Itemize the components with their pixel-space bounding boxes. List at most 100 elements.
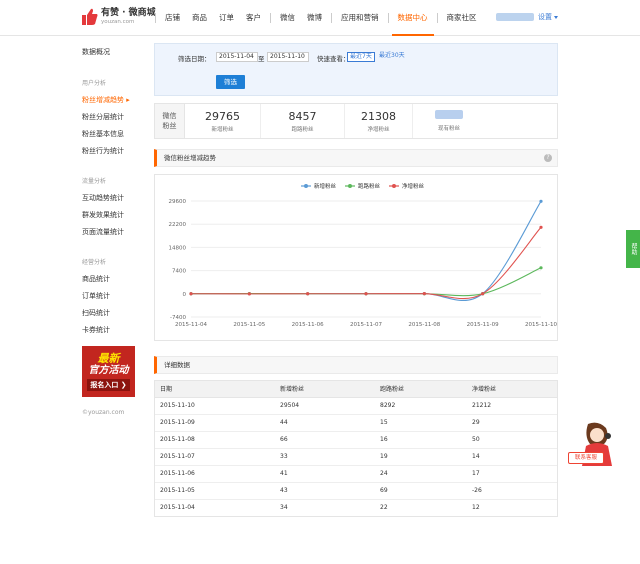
- sidebar-item-order-stats[interactable]: 订单统计: [82, 293, 144, 300]
- nav-divider: [155, 13, 156, 23]
- legend-swatch-dot: [392, 184, 396, 188]
- y-tick-label: 7400: [172, 269, 186, 275]
- cell-new: 44: [275, 414, 375, 432]
- sidebar-item-fan-behavior[interactable]: 粉丝行为统计: [82, 148, 144, 155]
- data-point: [539, 266, 543, 270]
- cell-new: 33: [275, 448, 375, 466]
- date-filter-panel: 筛选日期： 2015-11-04 至 2015-11-10 快速查看： 最近7天…: [154, 43, 558, 96]
- nav-item-data-center[interactable]: 数据中心: [391, 0, 434, 36]
- logo[interactable]: 有赞 · 微商城 youzan.com: [82, 6, 156, 28]
- x-tick-label: 2015-11-05: [233, 322, 265, 328]
- table-row: 2015-11-07 33 19 14: [155, 448, 557, 466]
- sidebar-item-scan-stats[interactable]: 扫码统计: [82, 310, 144, 317]
- x-tick-label: 2015-11-08: [408, 322, 440, 328]
- stat-new-fans: 29765 新增粉丝: [185, 104, 261, 138]
- sidebar-item-fan-trend[interactable]: 粉丝增减趋势 ▸: [82, 97, 144, 104]
- data-point: [247, 292, 251, 296]
- nav-item-wechat[interactable]: 微信: [274, 0, 301, 36]
- data-point: [539, 225, 543, 229]
- cell-new: 41: [275, 465, 375, 483]
- blurred-stat-value: [435, 110, 463, 119]
- table-row: 2015-11-04 34 22 12: [155, 499, 557, 516]
- stat-current-fans: 现有粉丝: [413, 104, 485, 138]
- logo-title: 有赞 · 微商城: [101, 7, 156, 18]
- nav-item-apps-marketing[interactable]: 应用和营销: [335, 0, 385, 36]
- sidebar-item-broadcast-effect[interactable]: 群发效果统计: [82, 212, 144, 219]
- data-point: [539, 199, 543, 203]
- nav-item-weibo[interactable]: 微博: [301, 0, 328, 36]
- stat-label: 现有粉丝: [437, 126, 460, 132]
- stat-label: 跑路粉丝: [291, 126, 314, 133]
- user-menu[interactable]: 设置: [496, 12, 558, 22]
- cell-new: 66: [275, 431, 375, 449]
- last-30-days-button[interactable]: 最近30天: [377, 52, 407, 62]
- y-tick-label: 29600: [169, 199, 187, 205]
- y-tick-label: 22200: [169, 222, 187, 228]
- sidebar-item-fan-layers[interactable]: 粉丝分层统计: [82, 114, 144, 121]
- x-tick-label: 2015-11-10: [525, 322, 557, 328]
- chart-section-header: 微信粉丝增减趋势 ?: [154, 149, 558, 167]
- cell-date: 2015-11-05: [155, 482, 275, 500]
- stat-value: 29765: [205, 109, 240, 123]
- y-tick-label: 14800: [169, 245, 187, 251]
- filter-submit-button[interactable]: 筛选: [216, 75, 245, 89]
- cell-date: 2015-11-04: [160, 504, 195, 512]
- chart-section-title: 微信粉丝增减趋势: [164, 154, 216, 162]
- sidebar-item-overview[interactable]: 数据概况: [82, 47, 144, 57]
- help-icon[interactable]: ?: [544, 154, 552, 162]
- nav-divider: [387, 13, 389, 23]
- end-date-input[interactable]: 2015-11-10: [267, 52, 309, 62]
- legend-swatch-dot: [348, 184, 352, 188]
- nav-item-customers[interactable]: 客户: [240, 0, 267, 36]
- sidebar-item-interaction-trend[interactable]: 互动趋势统计: [82, 195, 144, 202]
- cell-net: 29: [467, 414, 557, 432]
- sidebar-item-coupon-stats[interactable]: 卡券统计: [82, 327, 144, 334]
- table-row: 2015-11-08 66 16 50: [155, 431, 557, 449]
- cell-new: 43: [275, 482, 375, 500]
- nav-item-store[interactable]: 店铺: [159, 0, 186, 36]
- table-section-title: 详细数据: [164, 361, 190, 369]
- table-row: 2015-11-09 44 15 29: [155, 414, 557, 432]
- promo-signup-button[interactable]: 报名入口 ❯: [87, 378, 130, 391]
- legend-swatch-dot: [304, 184, 308, 188]
- contact-service-button[interactable]: 联系客服: [568, 452, 604, 464]
- table-header-row: 日期 新增粉丝 跑路粉丝 净增粉丝: [155, 381, 557, 398]
- table-row: 2015-11-10 29504 8292 21212: [155, 397, 557, 415]
- trend-chart: 29600 22200 14800 7400 0 -7400 2015-11-04 2015-…: [154, 174, 558, 341]
- table-section-header: 详细数据: [154, 356, 558, 374]
- table-row: 2015-11-06 41 24 17: [155, 465, 557, 483]
- settings-link[interactable]: 设置: [538, 12, 552, 22]
- trend-chart-svg: 29600 22200 14800 7400 0 -74002015-11-04 2015-…: [169, 182, 558, 328]
- stat-value: 21308: [361, 109, 396, 123]
- sidebar-item-fan-info[interactable]: 粉丝基本信息: [82, 131, 144, 138]
- start-date-input[interactable]: 2015-11-04: [216, 52, 258, 62]
- cell-net: 14: [467, 448, 557, 466]
- nav-item-merchant-community[interactable]: 商家社区: [441, 0, 483, 36]
- sidebar-item-product-stats[interactable]: 商品统计: [82, 276, 144, 283]
- table-row: 2015-11-05 43 69 -26: [155, 482, 557, 500]
- nav-divider: [436, 13, 438, 23]
- copyright: ©youzan.com: [82, 409, 125, 416]
- legend-label: 跑路粉丝: [358, 182, 381, 190]
- thumbs-up-logo-icon: [82, 8, 98, 25]
- y-tick-label: -7400: [170, 315, 186, 321]
- help-side-tab[interactable]: 帮助: [626, 230, 640, 268]
- quick-view-label: 快速查看：: [317, 55, 350, 63]
- data-point: [422, 292, 426, 296]
- cell-date: 2015-11-07: [155, 448, 275, 466]
- nav-item-orders[interactable]: 订单: [213, 0, 240, 36]
- last-7-days-button[interactable]: 最近7天: [347, 52, 375, 62]
- sidebar-group-title: 流量分析: [82, 178, 107, 185]
- data-point: [481, 292, 485, 296]
- data-point: [189, 292, 193, 296]
- sidebar-item-page-traffic[interactable]: 页面流量统计: [82, 229, 144, 236]
- column-header-new: 新增粉丝: [275, 381, 375, 398]
- data-point: [306, 292, 310, 296]
- nav-item-products[interactable]: 商品: [186, 0, 213, 36]
- series-line: [190, 267, 542, 297]
- date-range-separator: 至: [258, 55, 265, 63]
- promo-banner[interactable]: 最新 官方活动 报名入口 ❯: [82, 346, 135, 397]
- stat-net-fans: 21308 净增粉丝: [345, 104, 413, 138]
- chevron-down-icon: [554, 15, 558, 19]
- stats-heading: 微信 粉丝: [155, 104, 185, 138]
